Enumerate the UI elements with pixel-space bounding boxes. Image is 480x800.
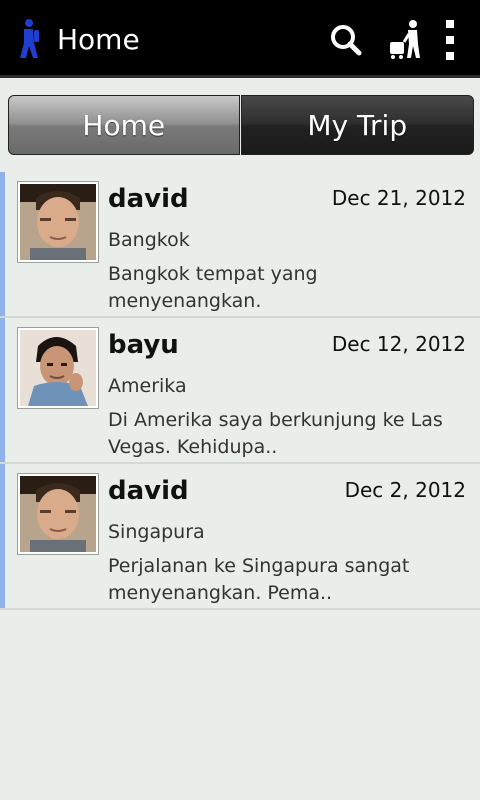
avatar-image-david — [20, 476, 96, 552]
tab-my-trip[interactable]: My Trip — [240, 95, 474, 155]
list-item[interactable]: bayu Dec 12, 2012 Amerika Di Amerika say… — [0, 318, 480, 464]
post-location: Bangkok — [108, 229, 190, 251]
overflow-menu-icon[interactable] — [440, 18, 460, 62]
list-item[interactable]: david Dec 2, 2012 Singapura Perjalanan k… — [0, 464, 480, 610]
post-date: Dec 12, 2012 — [331, 332, 466, 356]
post-text: Bangkok tempat yang menyenangkan. — [108, 263, 318, 312]
post-text: Perjalanan ke Singapura sangat menyenang… — [108, 555, 410, 604]
search-icon[interactable] — [328, 18, 364, 62]
avatar-image-david — [20, 184, 96, 260]
avatar-image-bayu — [20, 330, 96, 406]
row-accent — [0, 318, 5, 462]
avatar[interactable] — [17, 181, 99, 263]
post-location: Amerika — [108, 375, 187, 397]
post-text: Di Amerika saya berkunjung ke Las Vegas.… — [108, 409, 443, 458]
post-author: david — [108, 184, 189, 214]
tab-home[interactable]: Home — [8, 95, 240, 155]
avatar[interactable] — [17, 473, 99, 555]
row-accent — [0, 464, 5, 608]
list-item[interactable]: david Dec 21, 2012 Bangkok Bangkok tempa… — [0, 172, 480, 318]
post-author: bayu — [108, 330, 179, 360]
post-date: Dec 2, 2012 — [344, 478, 466, 502]
tab-bar: Home My Trip — [8, 95, 474, 157]
post-date: Dec 21, 2012 — [331, 186, 466, 210]
walking-person-icon[interactable] — [14, 18, 42, 60]
trip-feed-list: david Dec 21, 2012 Bangkok Bangkok tempa… — [0, 172, 480, 610]
page-title: Home — [57, 23, 140, 56]
row-accent — [0, 172, 5, 316]
post-location: Singapura — [108, 521, 205, 543]
traveler-icon[interactable] — [386, 18, 424, 62]
avatar[interactable] — [17, 327, 99, 409]
post-author: david — [108, 476, 189, 506]
action-bar: Home — [0, 0, 480, 78]
